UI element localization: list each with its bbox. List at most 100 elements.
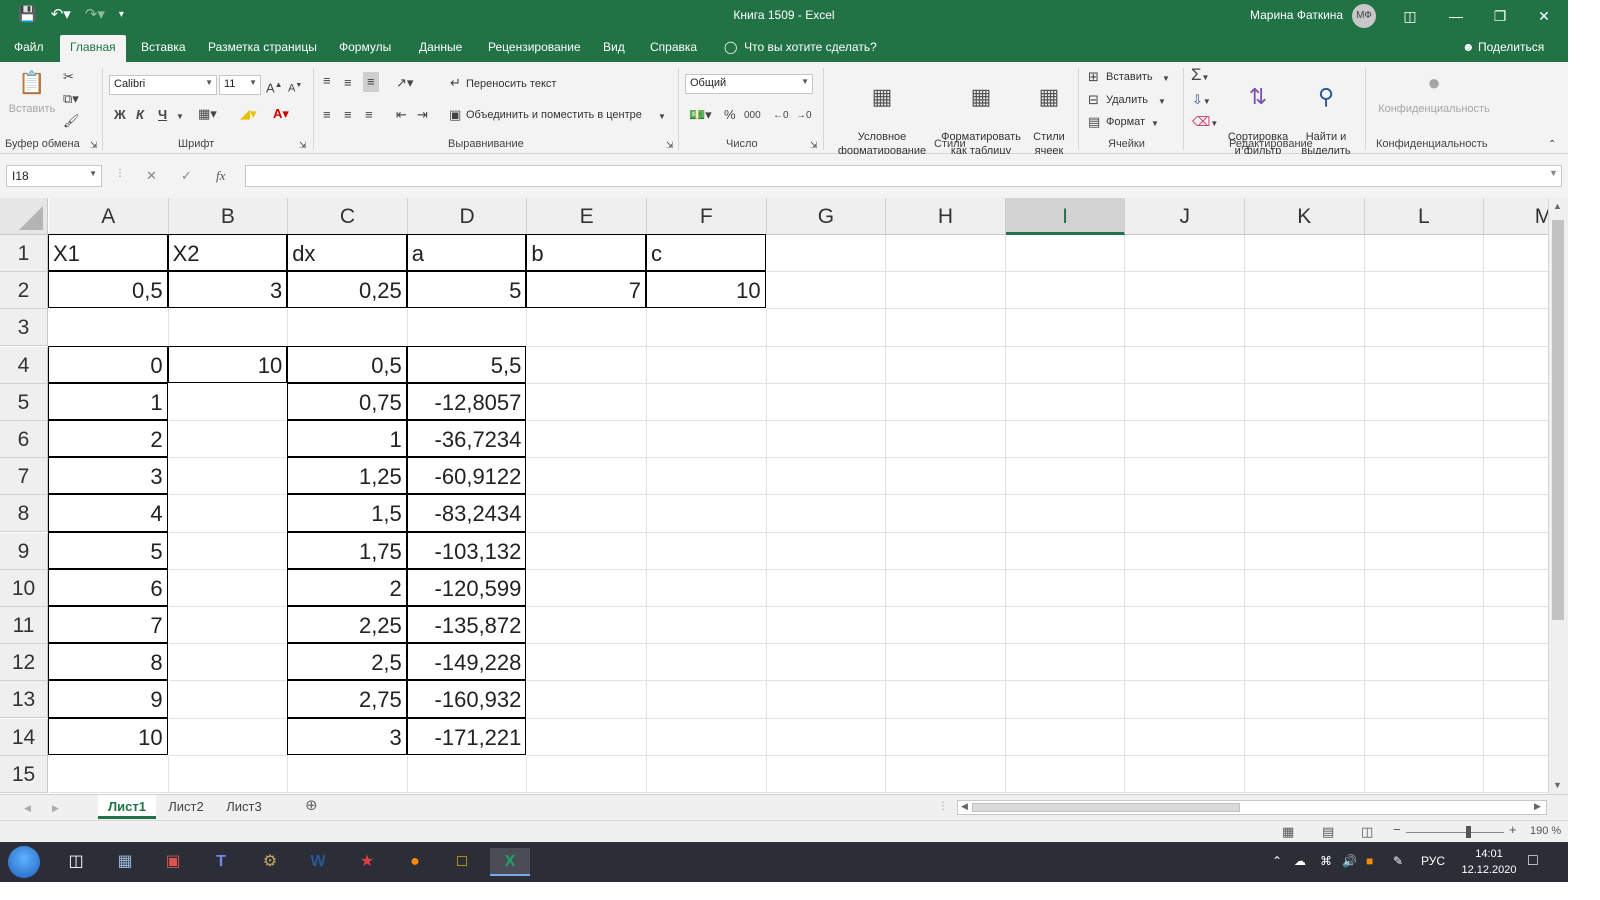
cell-l11[interactable] — [1364, 607, 1485, 645]
dialog-launcher-icon[interactable]: ⇲ — [90, 138, 98, 152]
tray-chevron-icon[interactable]: ⌃ — [1272, 854, 1282, 868]
cell-d5[interactable]: -12,8057 — [406, 382, 527, 420]
row-header-4[interactable]: 4 — [0, 346, 48, 384]
cell-e14[interactable] — [527, 718, 647, 756]
row-header-2[interactable]: 2 — [0, 272, 48, 310]
cell-c2[interactable]: 0,25 — [287, 271, 407, 309]
cell-k14[interactable] — [1245, 718, 1365, 756]
cell-a5[interactable]: 1 — [48, 382, 168, 420]
cell-d1[interactable]: a — [406, 234, 527, 272]
cell-a14[interactable]: 10 — [48, 717, 168, 755]
cell-b7[interactable] — [168, 458, 289, 496]
tab-view[interactable]: Вид — [603, 40, 625, 54]
cell-b6[interactable] — [168, 421, 289, 459]
cell-a8[interactable]: 4 — [48, 494, 168, 532]
zoom-out-icon[interactable]: − — [1393, 822, 1401, 837]
cell-d11[interactable]: -135,872 — [406, 606, 527, 644]
cell-a1[interactable]: X1 — [48, 234, 168, 272]
row-header-12[interactable]: 12 — [0, 644, 48, 682]
cell-h6[interactable] — [886, 421, 1006, 459]
cell-c7[interactable]: 1,25 — [287, 457, 407, 495]
align-bottom-icon[interactable]: ≡ — [363, 72, 379, 92]
column-header-m[interactable]: M — [1484, 198, 1548, 235]
cell-k4[interactable] — [1245, 346, 1365, 384]
cell-a4[interactable]: 0 — [48, 345, 168, 383]
conditional-formatting-button[interactable]: ▦ Условное форматирование — [830, 68, 934, 158]
cell-a9[interactable]: 5 — [48, 531, 168, 569]
decrease-decimal-icon[interactable]: →0 — [796, 109, 812, 123]
bold-button[interactable]: Ж — [114, 108, 126, 122]
cell-i7[interactable] — [1005, 458, 1126, 496]
cell-i11[interactable] — [1005, 607, 1126, 645]
cell-a12[interactable]: 8 — [48, 643, 168, 681]
cell-i8[interactable] — [1005, 495, 1126, 533]
insert-cells-button[interactable]: Вставить — [1106, 71, 1153, 83]
cell-d13[interactable]: -160,932 — [406, 680, 527, 718]
cell-c13[interactable]: 2,75 — [287, 680, 407, 718]
chevron-down-icon[interactable]: ▼ — [1162, 72, 1170, 86]
cell-a10[interactable]: 6 — [48, 568, 168, 606]
normal-view-icon[interactable]: ▦ — [1282, 824, 1294, 840]
cell-d14[interactable]: -171,221 — [406, 717, 527, 755]
format-painter-icon[interactable]: 🖌 — [63, 114, 80, 128]
cell-m11[interactable] — [1484, 607, 1548, 645]
tab-help[interactable]: Справка — [650, 40, 697, 54]
column-header-i[interactable]: I — [1005, 198, 1126, 235]
restore-icon[interactable]: ❐ — [1477, 0, 1523, 32]
cell-l14[interactable] — [1364, 718, 1485, 756]
cell-h3[interactable] — [886, 309, 1006, 347]
cell-m3[interactable] — [1484, 309, 1548, 347]
cell-d12[interactable]: -149,228 — [406, 643, 527, 681]
cell-j8[interactable] — [1125, 495, 1245, 533]
word-icon[interactable]: W — [298, 848, 338, 876]
cell-c11[interactable]: 2,25 — [287, 606, 407, 644]
cell-h5[interactable] — [886, 383, 1006, 421]
horizontal-scrollbar[interactable]: ◀ ▶ — [957, 800, 1547, 815]
cell-j14[interactable] — [1125, 718, 1245, 756]
cell-b2[interactable]: 3 — [167, 271, 288, 309]
cell-f5[interactable] — [647, 383, 767, 421]
column-header-b[interactable]: B — [168, 198, 289, 235]
cell-i9[interactable] — [1005, 532, 1126, 570]
dialog-launcher-icon[interactable]: ⇲ — [299, 138, 307, 152]
cell-c9[interactable]: 1,75 — [287, 531, 407, 569]
cell-g1[interactable] — [766, 235, 887, 273]
cell-i1[interactable] — [1005, 235, 1126, 273]
cell-i12[interactable] — [1005, 644, 1126, 682]
cell-f12[interactable] — [647, 644, 767, 682]
new-sheet-icon[interactable]: ⊕ — [305, 798, 318, 813]
wrap-text-button[interactable]: Переносить текст — [466, 78, 556, 90]
cell-i2[interactable] — [1005, 272, 1126, 310]
cell-a3[interactable] — [49, 309, 169, 347]
ribbon-display-icon[interactable]: ◫ — [1387, 0, 1433, 32]
cell-j1[interactable] — [1125, 235, 1245, 273]
cell-g3[interactable] — [766, 309, 887, 347]
cell-h11[interactable] — [886, 607, 1006, 645]
insert-function-icon[interactable]: fx — [216, 168, 225, 184]
cell-f7[interactable] — [647, 458, 767, 496]
delete-cells-button[interactable]: Удалить — [1106, 94, 1148, 106]
cell-a13[interactable]: 9 — [48, 680, 168, 718]
cell-j13[interactable] — [1125, 681, 1245, 719]
formula-input[interactable] — [245, 165, 1562, 187]
cell-g7[interactable] — [766, 458, 887, 496]
cell-e10[interactable] — [527, 569, 647, 607]
increase-decimal-icon[interactable]: ←0 — [773, 109, 789, 123]
orientation-icon[interactable]: ↗▾ — [396, 76, 413, 90]
cell-m7[interactable] — [1484, 458, 1548, 496]
row-header-14[interactable]: 14 — [0, 718, 48, 756]
cell-j6[interactable] — [1125, 421, 1245, 459]
cell-d4[interactable]: 5,5 — [406, 345, 527, 383]
row-header-13[interactable]: 13 — [0, 681, 48, 719]
increase-indent-icon[interactable]: ⇥ — [417, 108, 428, 122]
cell-e3[interactable] — [527, 309, 647, 347]
cell-b11[interactable] — [168, 607, 289, 645]
cell-e8[interactable] — [527, 495, 647, 533]
chevron-down-icon[interactable]: ▼ — [1158, 95, 1166, 109]
sheet-tab-2[interactable]: Лист2 — [160, 795, 212, 819]
cell-b12[interactable] — [168, 644, 289, 682]
cell-m12[interactable] — [1484, 644, 1548, 682]
split-handle-icon[interactable]: ⋮ — [938, 800, 948, 814]
row-header-1[interactable]: 1 — [0, 235, 48, 272]
zoom-level[interactable]: 190 % — [1530, 825, 1561, 837]
